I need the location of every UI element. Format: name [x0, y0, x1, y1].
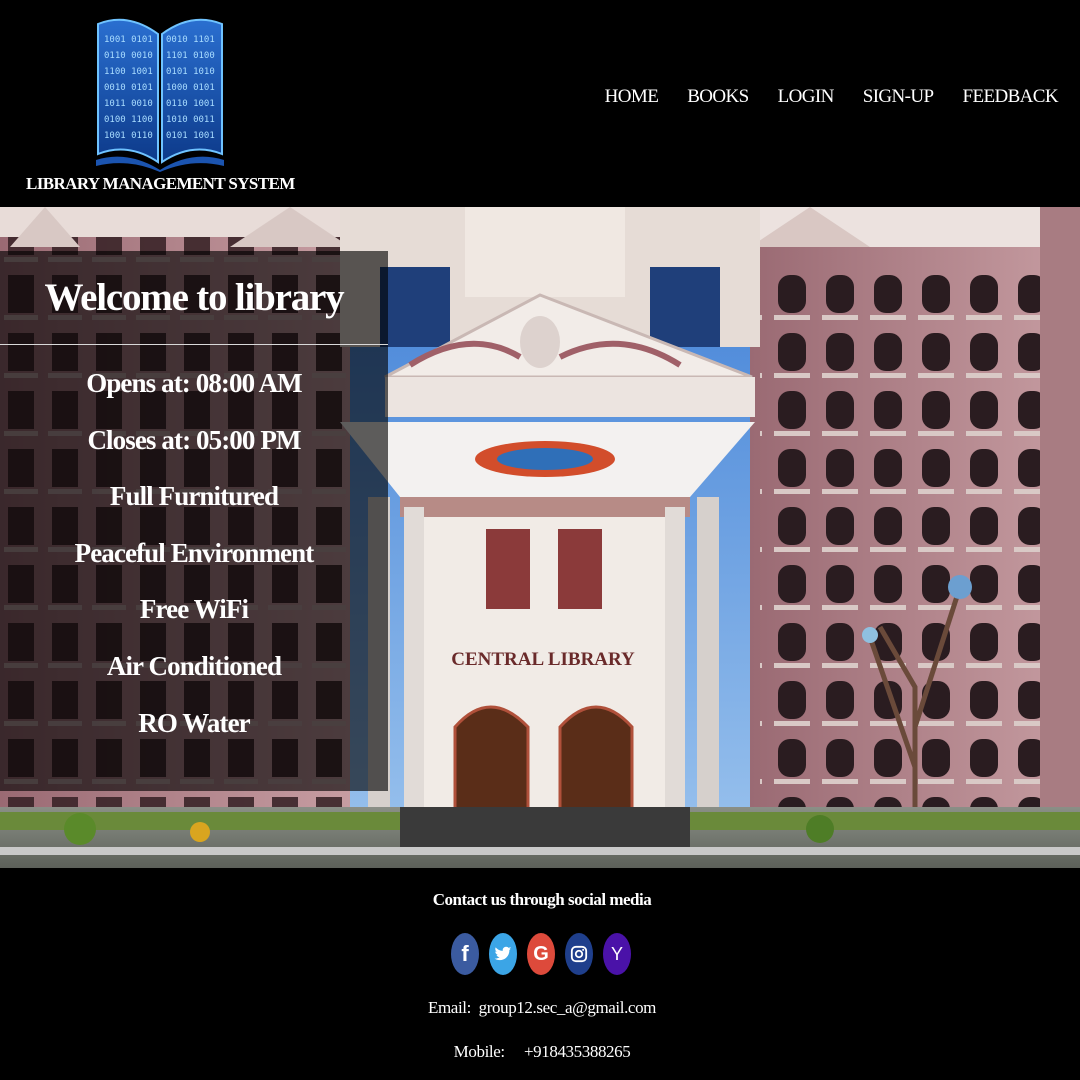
nav-home[interactable]: HOME: [605, 86, 659, 108]
svg-text:0101 1010: 0101 1010: [166, 67, 215, 77]
site-header: 1001 0101 0110 0010 1100 1001 0010 0101 …: [0, 0, 1080, 207]
svg-text:0010 0101: 0010 0101: [104, 83, 153, 93]
feature-closing-time: Closes at: 05:00 PM: [87, 424, 301, 455]
instagram-camera-icon: [570, 945, 588, 963]
site-logo[interactable]: 1001 0101 0110 0010 1100 1001 0010 0101 …: [20, 10, 295, 200]
feature-ro-water: RO Water: [138, 707, 250, 738]
svg-text:1001 0101: 1001 0101: [104, 35, 153, 45]
svg-text:1001 0110: 1001 0110: [104, 131, 153, 141]
feature-wifi: Free WiFi: [139, 594, 249, 625]
svg-text:1011 0010: 1011 0010: [104, 99, 153, 109]
google-icon[interactable]: G: [527, 933, 555, 975]
nav-books[interactable]: BOOKS: [687, 86, 749, 108]
svg-text:0110 0010: 0110 0010: [104, 51, 153, 61]
email-address[interactable]: group12.sec_a@gmail.com: [479, 998, 657, 1017]
site-title: LIBRARY MANAGEMENT SYSTEM: [26, 174, 295, 193]
mobile-label: Mobile:: [453, 1042, 505, 1061]
instagram-icon[interactable]: [565, 933, 593, 975]
nav-sign-up[interactable]: SIGN-UP: [863, 86, 934, 108]
nav-feedback[interactable]: FEEDBACK: [963, 86, 1059, 108]
yahoo-icon[interactable]: Y: [603, 933, 631, 975]
svg-text:1000 0101: 1000 0101: [166, 83, 215, 93]
features-list: Opens at: 08:00 AM Closes at: 05:00 PM F…: [0, 363, 388, 759]
svg-text:0101 1001: 0101 1001: [166, 131, 215, 141]
main-nav: HOME BOOKS LOGIN SIGN-UP FEEDBACK: [576, 86, 1059, 108]
facebook-icon[interactable]: f: [451, 933, 479, 975]
feature-opening-time: Opens at: 08:00 AM: [86, 368, 302, 398]
footer-heading: Contact us through social media: [432, 890, 652, 909]
svg-text:1101 0100: 1101 0100: [166, 51, 215, 61]
welcome-panel: Welcome to library Opens at: 08:00 AM Cl…: [0, 251, 388, 791]
mobile-line: Mobile: +918435388265: [0, 1042, 1080, 1062]
binary-book-icon: 1001 0101 0110 0010 1100 1001 0010 0101 …: [96, 18, 224, 172]
svg-text:0110 1001: 0110 1001: [166, 99, 215, 109]
email-line: Email: group12.sec_a@gmail.com: [0, 998, 1080, 1018]
welcome-title: Welcome to library: [44, 276, 345, 319]
twitter-bird-icon: [494, 946, 512, 961]
building-sign: CENTRAL LIBRARY: [451, 649, 635, 670]
feature-furniture: Full Furnitured: [109, 481, 279, 512]
twitter-icon[interactable]: [489, 933, 517, 975]
svg-text:1100 1001: 1100 1001: [104, 67, 153, 77]
svg-text:0010 1101: 0010 1101: [166, 35, 215, 45]
welcome-divider: [0, 344, 388, 345]
hero-banner: CENTRAL LIBRARY Welcome to library Opens…: [0, 207, 1080, 868]
social-links: f G Y: [451, 933, 641, 975]
feature-air-conditioning: Air Conditioned: [106, 650, 282, 681]
feature-environment: Peaceful Environment: [74, 537, 315, 568]
svg-text:1010 0011: 1010 0011: [166, 115, 215, 125]
svg-text:0100 1100: 0100 1100: [104, 115, 153, 125]
nav-login[interactable]: LOGIN: [778, 86, 835, 108]
mobile-number[interactable]: +918435388265: [524, 1042, 631, 1061]
email-label: Email:: [428, 998, 471, 1017]
site-footer: Contact us through social media f G Y Em…: [0, 868, 1080, 1080]
